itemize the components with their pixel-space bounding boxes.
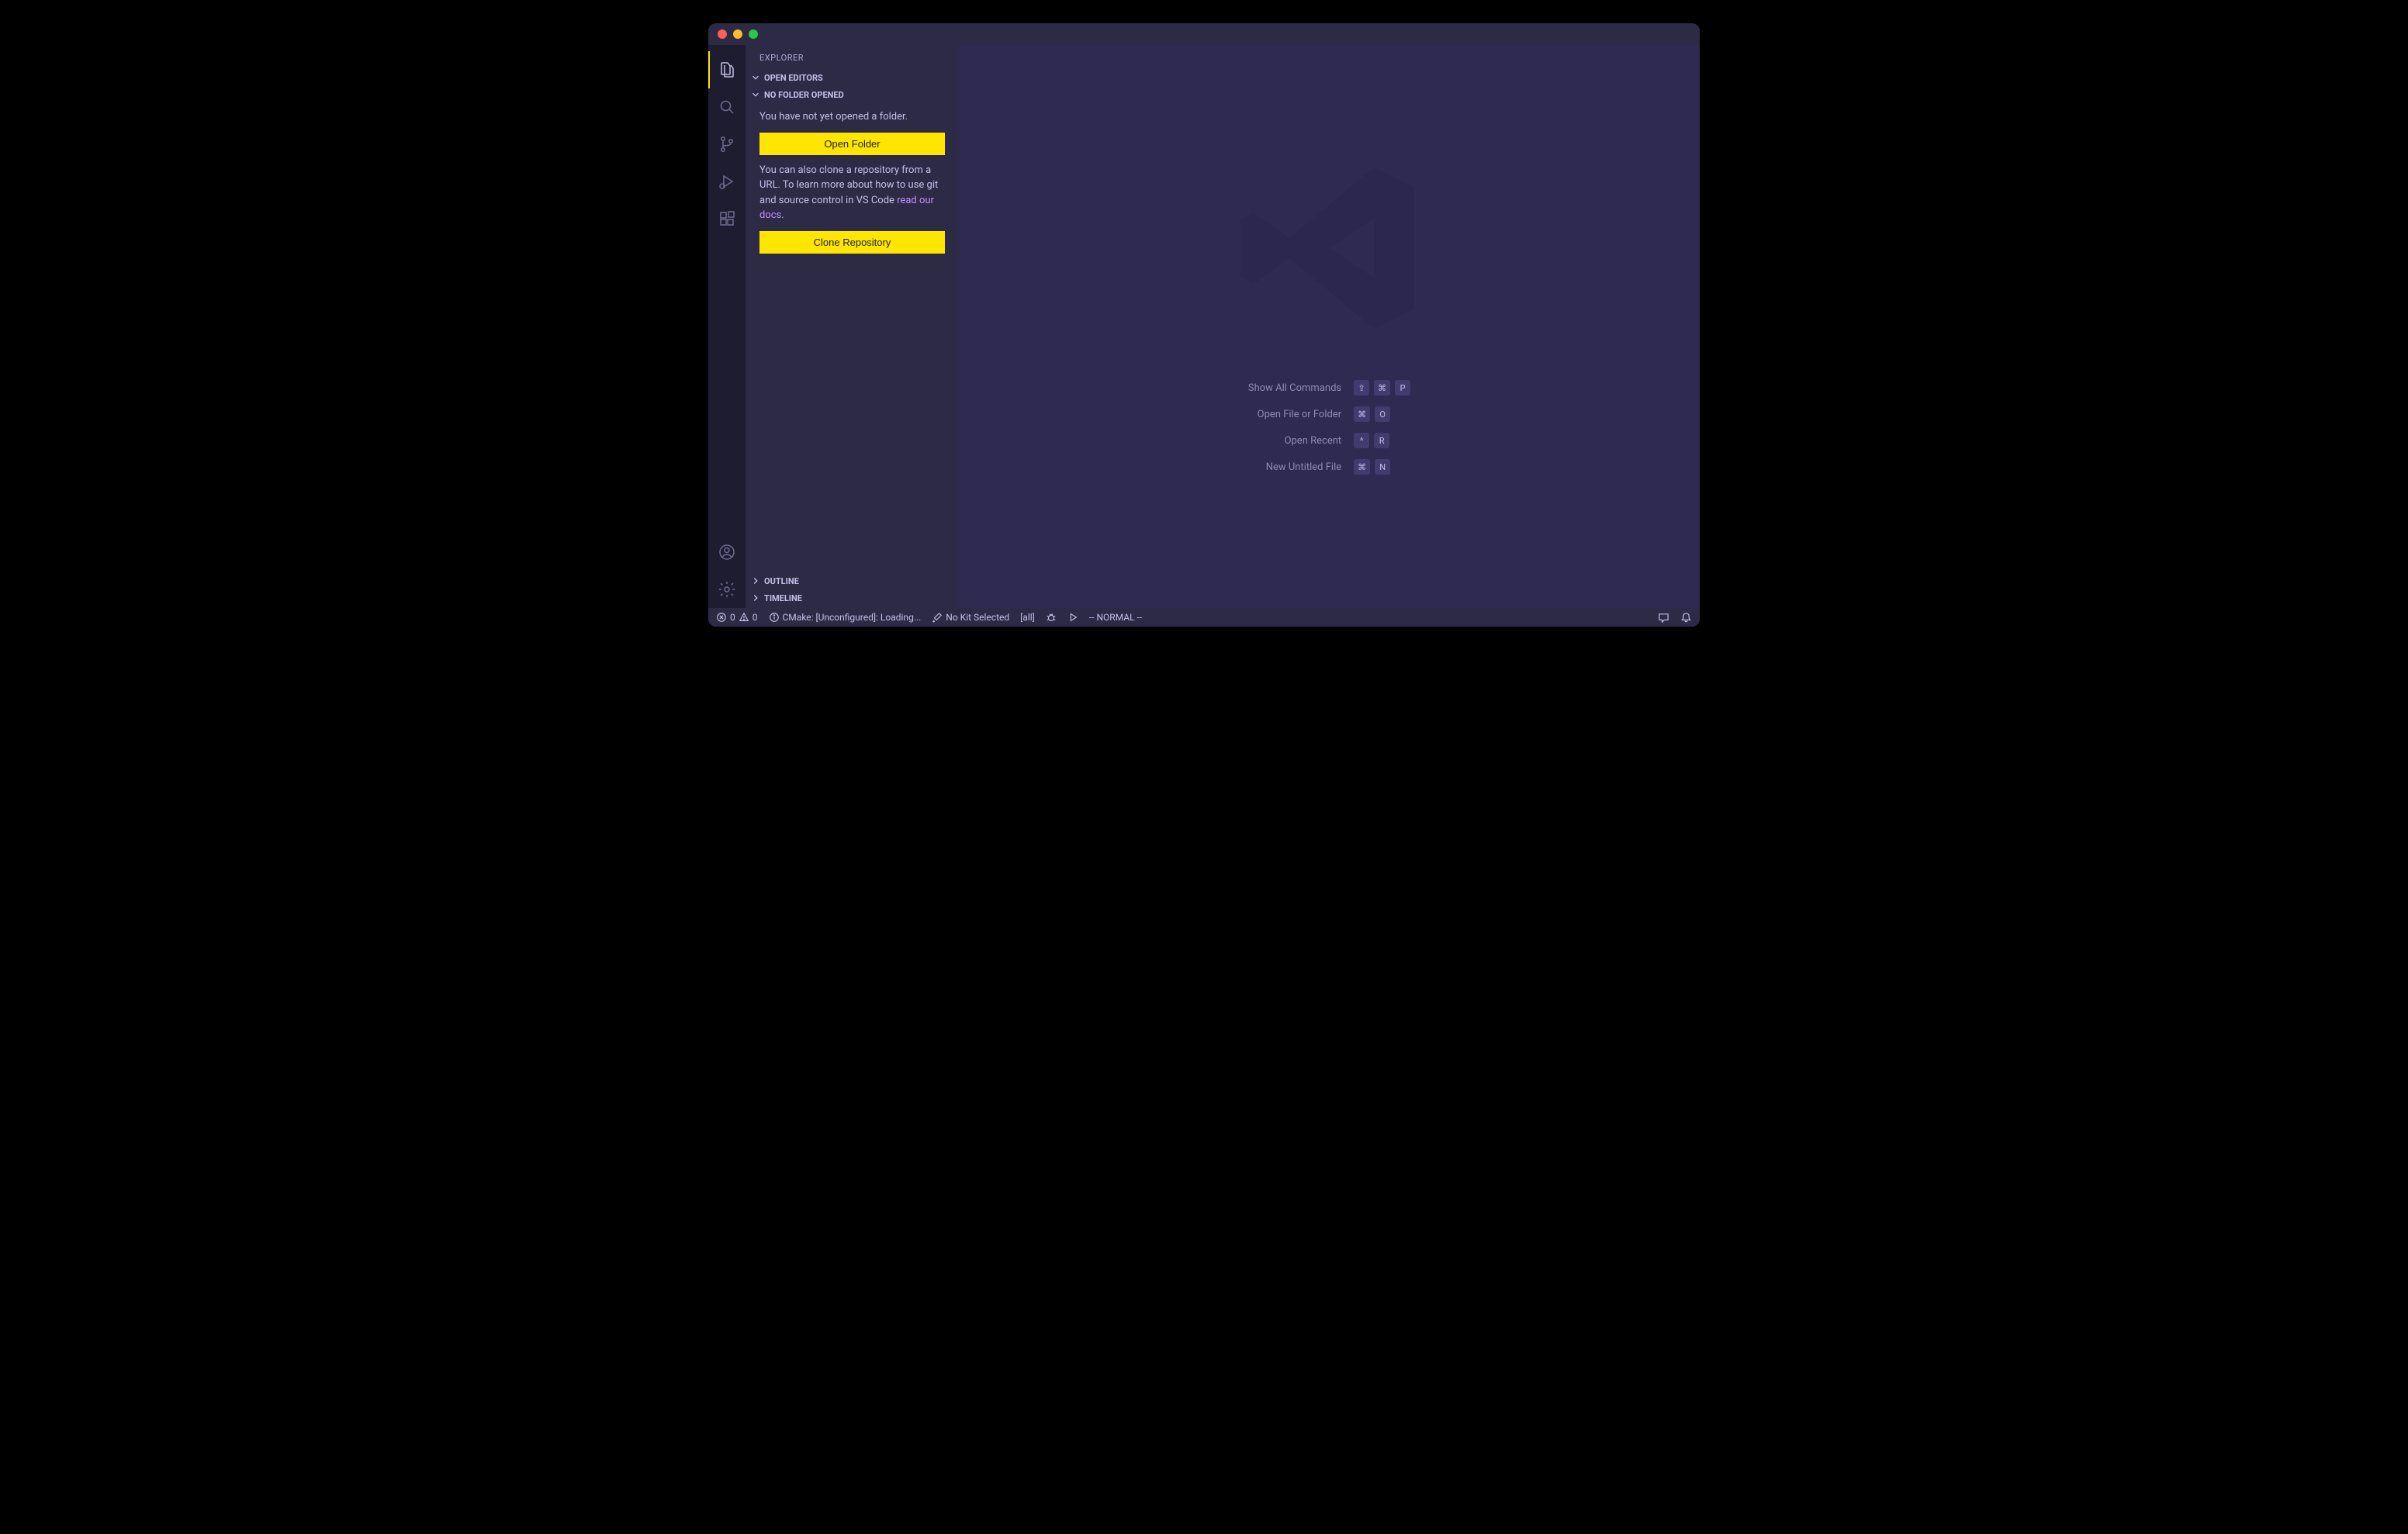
status-feedback[interactable] bbox=[1658, 612, 1669, 624]
activity-search[interactable] bbox=[708, 88, 746, 126]
kit-text: No Kit Selected bbox=[946, 612, 1009, 623]
status-notifications[interactable] bbox=[1680, 612, 1692, 624]
warning-count: 0 bbox=[752, 612, 758, 623]
info-icon bbox=[769, 612, 780, 623]
minimize-button[interactable] bbox=[733, 29, 742, 39]
feedback-icon bbox=[1658, 612, 1669, 624]
key: R bbox=[1374, 433, 1389, 448]
error-count: 0 bbox=[730, 612, 735, 623]
sidebar: EXPLORER OPEN EDITORS NO FOLDER OPENED Y… bbox=[746, 45, 959, 608]
files-icon bbox=[718, 60, 736, 79]
activity-run-debug[interactable] bbox=[708, 163, 746, 200]
warning-icon bbox=[739, 612, 749, 623]
maximize-button[interactable] bbox=[749, 29, 758, 39]
no-folder-message: You have not yet opened a folder. bbox=[759, 109, 945, 125]
status-run[interactable] bbox=[1067, 612, 1078, 623]
vim-text: -- NORMAL -- bbox=[1089, 612, 1142, 623]
search-icon bbox=[718, 98, 736, 116]
shortcut-label: Open File or Folder bbox=[1248, 409, 1341, 420]
play-icon bbox=[1067, 612, 1078, 623]
target-text: [all] bbox=[1020, 612, 1035, 623]
clone-repository-button[interactable]: Clone Repository bbox=[759, 231, 945, 254]
section-label: TIMELINE bbox=[764, 593, 802, 603]
status-build-target[interactable]: [all] bbox=[1020, 612, 1035, 623]
titlebar bbox=[708, 23, 1700, 45]
activity-extensions[interactable] bbox=[708, 200, 746, 237]
section-timeline[interactable]: TIMELINE bbox=[746, 589, 959, 608]
shortcut-keys: ⌘N bbox=[1354, 459, 1410, 475]
bug-icon bbox=[1046, 612, 1057, 623]
gear-icon bbox=[718, 580, 736, 599]
error-icon bbox=[716, 612, 727, 623]
tools-icon bbox=[932, 612, 943, 623]
chevron-right-icon bbox=[750, 593, 761, 603]
close-button[interactable] bbox=[718, 29, 727, 39]
activity-explorer[interactable] bbox=[708, 51, 746, 88]
bell-icon bbox=[1680, 612, 1692, 624]
editor-area: Show All Commands ⇧ ⌘ P Open File or Folder ⌘… bbox=[959, 45, 1700, 608]
key: ^ bbox=[1354, 433, 1369, 448]
status-vim-mode[interactable]: -- NORMAL -- bbox=[1089, 612, 1142, 623]
clone-text-2: . bbox=[781, 209, 784, 221]
section-label: OUTLINE bbox=[764, 576, 799, 586]
branch-icon bbox=[718, 135, 736, 154]
section-no-folder[interactable]: NO FOLDER OPENED bbox=[746, 86, 959, 103]
extensions-icon bbox=[718, 209, 736, 228]
activity-accounts[interactable] bbox=[708, 534, 746, 571]
shortcuts-list: Show All Commands ⇧ ⌘ P Open File or Folder ⌘… bbox=[1248, 380, 1410, 475]
key: O bbox=[1375, 406, 1390, 422]
section-label: NO FOLDER OPENED bbox=[764, 90, 844, 100]
shortcut-keys: ^R bbox=[1354, 433, 1410, 448]
vscode-watermark-icon bbox=[1229, 147, 1431, 349]
activity-settings[interactable] bbox=[708, 571, 746, 608]
activity-bar bbox=[708, 45, 746, 608]
key: ⌘ bbox=[1354, 459, 1370, 475]
section-outline[interactable]: OUTLINE bbox=[746, 572, 959, 589]
vscode-window: EXPLORER OPEN EDITORS NO FOLDER OPENED Y… bbox=[708, 23, 1700, 627]
chevron-down-icon bbox=[750, 89, 761, 100]
key: ⌘ bbox=[1374, 380, 1390, 396]
status-debug[interactable] bbox=[1046, 612, 1057, 623]
sidebar-title: EXPLORER bbox=[746, 45, 959, 69]
shortcut-label: Show All Commands bbox=[1248, 382, 1341, 394]
section-open-editors[interactable]: OPEN EDITORS bbox=[746, 69, 959, 86]
status-bar: 0 0 CMake: [Unconfigured]: Loading... No… bbox=[708, 608, 1700, 627]
key: ⇧ bbox=[1354, 380, 1369, 396]
shortcut-keys: ⇧ ⌘ P bbox=[1354, 380, 1410, 396]
status-kit[interactable]: No Kit Selected bbox=[932, 612, 1009, 623]
chevron-down-icon bbox=[750, 72, 761, 83]
debug-icon bbox=[718, 172, 736, 191]
chevron-right-icon bbox=[750, 575, 761, 586]
cmake-text: CMake: [Unconfigured]: Loading... bbox=[783, 612, 922, 623]
section-label: OPEN EDITORS bbox=[764, 73, 823, 83]
clone-message: You can also clone a repository from a U… bbox=[759, 163, 945, 223]
activity-source-control[interactable] bbox=[708, 126, 746, 163]
status-problems[interactable]: 0 0 bbox=[716, 612, 758, 623]
main-area: EXPLORER OPEN EDITORS NO FOLDER OPENED Y… bbox=[708, 45, 1700, 608]
shortcut-label: New Untitled File bbox=[1248, 461, 1341, 473]
no-folder-body: You have not yet opened a folder. Open F… bbox=[746, 103, 959, 272]
shortcut-keys: ⌘O bbox=[1354, 406, 1410, 422]
shortcut-label: Open Recent bbox=[1248, 435, 1341, 447]
status-cmake[interactable]: CMake: [Unconfigured]: Loading... bbox=[769, 612, 922, 623]
key: N bbox=[1375, 459, 1390, 475]
account-icon bbox=[718, 543, 736, 561]
key: P bbox=[1395, 380, 1410, 396]
key: ⌘ bbox=[1354, 406, 1370, 422]
open-folder-button[interactable]: Open Folder bbox=[759, 133, 945, 155]
